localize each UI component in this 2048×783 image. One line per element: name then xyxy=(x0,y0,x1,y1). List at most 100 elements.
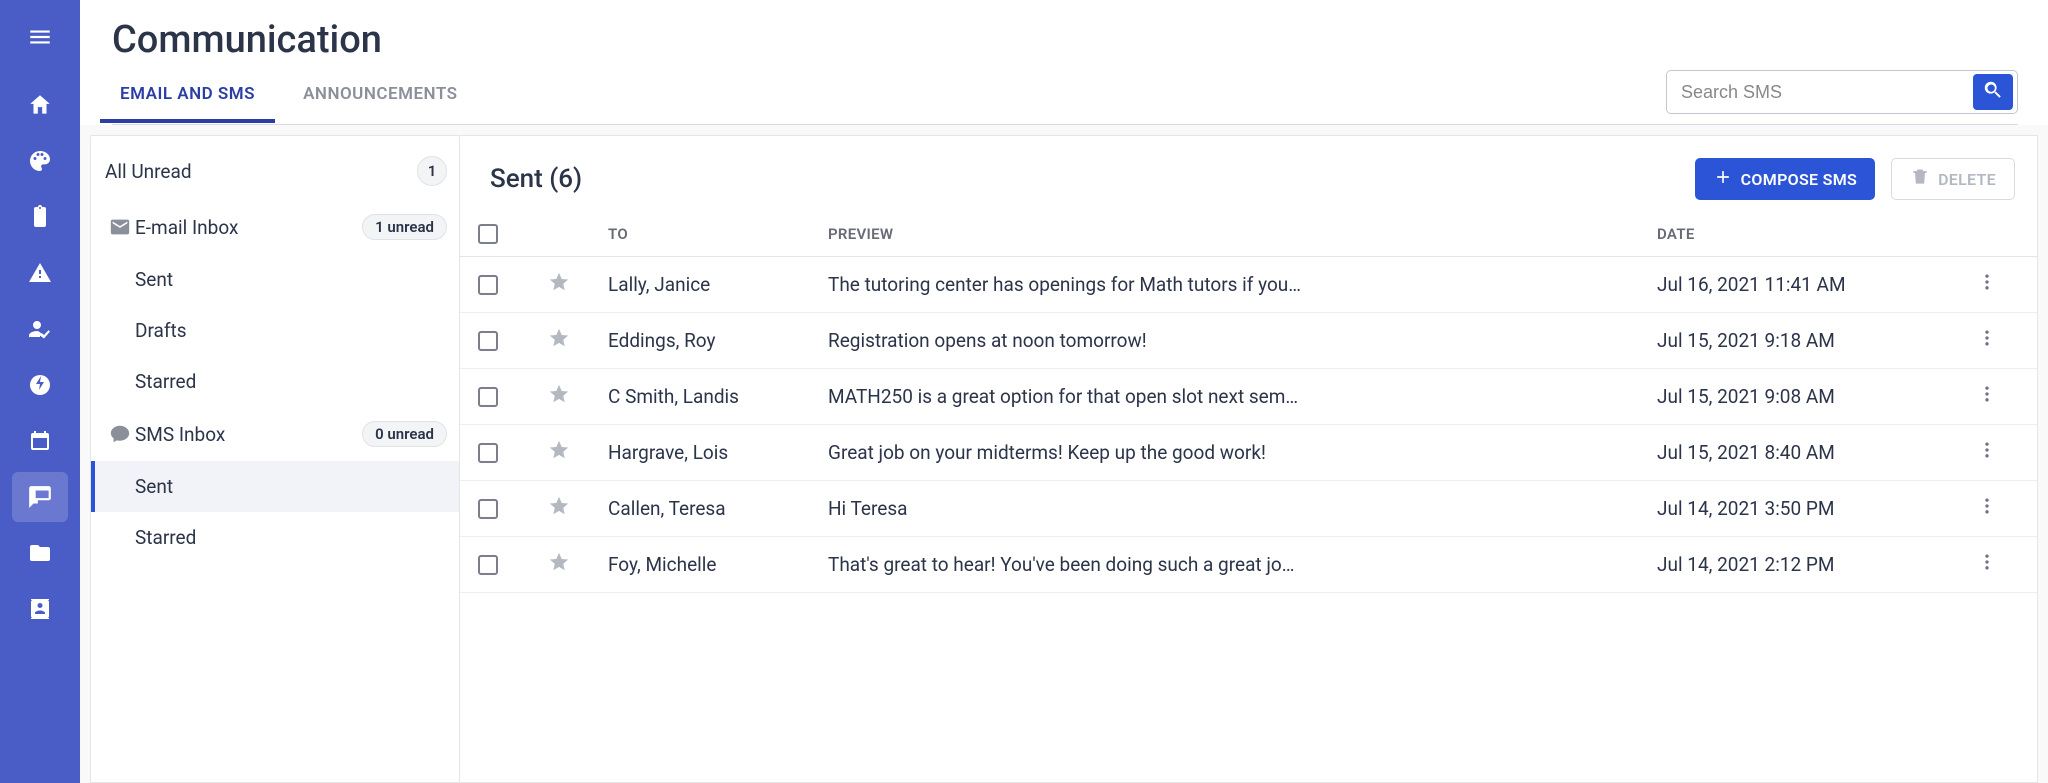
compose-sms-button[interactable]: COMPOSE SMS xyxy=(1695,158,1875,200)
main: Communication EMAIL AND SMS ANNOUNCEMENT… xyxy=(80,0,2048,783)
unread-count-badge: 1 xyxy=(417,156,447,186)
table-body: Lally, JaniceThe tutoring center has ope… xyxy=(460,257,2037,593)
nav-palette[interactable] xyxy=(12,136,68,186)
sidebar-sms-inbox[interactable]: SMS Inbox 0 unread xyxy=(91,407,459,461)
tab-announcements[interactable]: ANNOUNCEMENTS xyxy=(295,72,465,122)
plus-icon xyxy=(1713,167,1733,191)
menu-toggle[interactable] xyxy=(12,12,68,62)
row-preview: MATH250 is a great option for that open … xyxy=(828,385,1657,408)
panel-header: Sent (6) COMPOSE SMS DELETE xyxy=(460,136,2037,212)
sidebar-item-label: Drafts xyxy=(135,319,447,342)
sidebar-email-starred[interactable]: Starred xyxy=(91,356,459,407)
chat-icon xyxy=(105,423,135,445)
row-date: Jul 15, 2021 9:08 AM xyxy=(1657,385,1977,408)
star-icon[interactable] xyxy=(548,271,608,298)
row-checkbox[interactable] xyxy=(478,331,498,351)
sidebar-item-label: Starred xyxy=(135,370,447,393)
sidebar-item-label: Sent xyxy=(135,475,447,498)
nav-folder[interactable] xyxy=(12,528,68,578)
trash-icon xyxy=(1910,167,1930,191)
nav-contacts[interactable] xyxy=(12,584,68,634)
star-icon[interactable] xyxy=(548,439,608,466)
row-more-button[interactable] xyxy=(1977,384,2027,409)
row-date: Jul 15, 2021 8:40 AM xyxy=(1657,441,1977,464)
star-icon[interactable] xyxy=(548,383,608,410)
nav-calendar[interactable] xyxy=(12,416,68,466)
col-date: DATE xyxy=(1657,225,1977,243)
sidebar-sms-sent[interactable]: Sent xyxy=(91,461,459,512)
unread-badge: 0 unread xyxy=(362,421,447,447)
row-to: Hargrave, Lois xyxy=(608,441,828,464)
tabs: EMAIL AND SMS ANNOUNCEMENTS xyxy=(112,72,466,122)
row-more-button[interactable] xyxy=(1977,496,2027,521)
nav-rail xyxy=(0,0,80,783)
row-preview: Registration opens at noon tomorrow! xyxy=(828,329,1657,352)
nav-bolt[interactable] xyxy=(12,360,68,410)
button-label: DELETE xyxy=(1938,170,1996,189)
sidebar-email-sent[interactable]: Sent xyxy=(91,254,459,305)
row-preview: Hi Teresa xyxy=(828,497,1657,520)
row-date: Jul 16, 2021 11:41 AM xyxy=(1657,273,1977,296)
table-row[interactable]: Callen, TeresaHi TeresaJul 14, 2021 3:50… xyxy=(460,481,2037,537)
folders-sidebar: All Unread 1 E-mail Inbox 1 unread Sent … xyxy=(90,135,460,783)
search-icon xyxy=(1982,79,2004,105)
row-preview: That's great to hear! You've been doing … xyxy=(828,553,1657,576)
table-row[interactable]: C Smith, LandisMATH250 is a great option… xyxy=(460,369,2037,425)
unread-badge: 1 unread xyxy=(362,214,447,240)
tabs-row: EMAIL AND SMS ANNOUNCEMENTS xyxy=(112,70,2018,125)
row-date: Jul 15, 2021 9:18 AM xyxy=(1657,329,1977,352)
row-checkbox[interactable] xyxy=(478,443,498,463)
sidebar-all-unread[interactable]: All Unread 1 xyxy=(91,136,459,200)
row-more-button[interactable] xyxy=(1977,328,2027,353)
search-input[interactable] xyxy=(1667,82,1973,103)
row-more-button[interactable] xyxy=(1977,272,2027,297)
sidebar-item-label: SMS Inbox xyxy=(135,423,362,446)
row-date: Jul 14, 2021 2:12 PM xyxy=(1657,553,1977,576)
page-title: Communication xyxy=(112,18,2018,62)
table-row[interactable]: Eddings, RoyRegistration opens at noon t… xyxy=(460,313,2037,369)
row-more-button[interactable] xyxy=(1977,552,2027,577)
col-preview: PREVIEW xyxy=(828,225,1657,243)
row-preview: The tutoring center has openings for Mat… xyxy=(828,273,1657,296)
nav-communication[interactable] xyxy=(12,472,68,522)
table-head: TO PREVIEW DATE xyxy=(460,212,2037,257)
sidebar-email-inbox[interactable]: E-mail Inbox 1 unread xyxy=(91,200,459,254)
sidebar-item-label: Starred xyxy=(135,526,447,549)
star-icon[interactable] xyxy=(548,327,608,354)
content: All Unread 1 E-mail Inbox 1 unread Sent … xyxy=(80,125,2048,783)
tab-email-sms[interactable]: EMAIL AND SMS xyxy=(112,72,263,122)
col-to: TO xyxy=(608,225,828,243)
row-to: Foy, Michelle xyxy=(608,553,828,576)
row-checkbox[interactable] xyxy=(478,275,498,295)
row-more-button[interactable] xyxy=(1977,440,2027,465)
nav-home[interactable] xyxy=(12,80,68,130)
messages-panel: Sent (6) COMPOSE SMS DELETE xyxy=(460,135,2038,783)
button-label: COMPOSE SMS xyxy=(1741,170,1857,189)
sidebar-item-label: E-mail Inbox xyxy=(135,216,362,239)
table-row[interactable]: Hargrave, LoisGreat job on your midterms… xyxy=(460,425,2037,481)
table-row[interactable]: Lally, JaniceThe tutoring center has ope… xyxy=(460,257,2037,313)
top-header: Communication EMAIL AND SMS ANNOUNCEMENT… xyxy=(80,0,2048,125)
select-all-checkbox[interactable] xyxy=(478,224,498,244)
row-checkbox[interactable] xyxy=(478,555,498,575)
row-to: C Smith, Landis xyxy=(608,385,828,408)
nav-alert[interactable] xyxy=(12,248,68,298)
row-checkbox[interactable] xyxy=(478,499,498,519)
row-checkbox[interactable] xyxy=(478,387,498,407)
sidebar-item-label: All Unread xyxy=(105,160,417,183)
table-row[interactable]: Foy, MichelleThat's great to hear! You'v… xyxy=(460,537,2037,593)
row-to: Lally, Janice xyxy=(608,273,828,296)
delete-button[interactable]: DELETE xyxy=(1891,158,2015,200)
nav-user-check[interactable] xyxy=(12,304,68,354)
star-icon[interactable] xyxy=(548,551,608,578)
panel-title: Sent (6) xyxy=(490,164,582,194)
nav-clipboard[interactable] xyxy=(12,192,68,242)
search-button[interactable] xyxy=(1973,74,2013,110)
sidebar-item-label: Sent xyxy=(135,268,447,291)
sidebar-email-drafts[interactable]: Drafts xyxy=(91,305,459,356)
star-icon[interactable] xyxy=(548,495,608,522)
row-to: Eddings, Roy xyxy=(608,329,828,352)
sidebar-sms-starred[interactable]: Starred xyxy=(91,512,459,563)
panel-actions: COMPOSE SMS DELETE xyxy=(1695,158,2015,200)
row-to: Callen, Teresa xyxy=(608,497,828,520)
